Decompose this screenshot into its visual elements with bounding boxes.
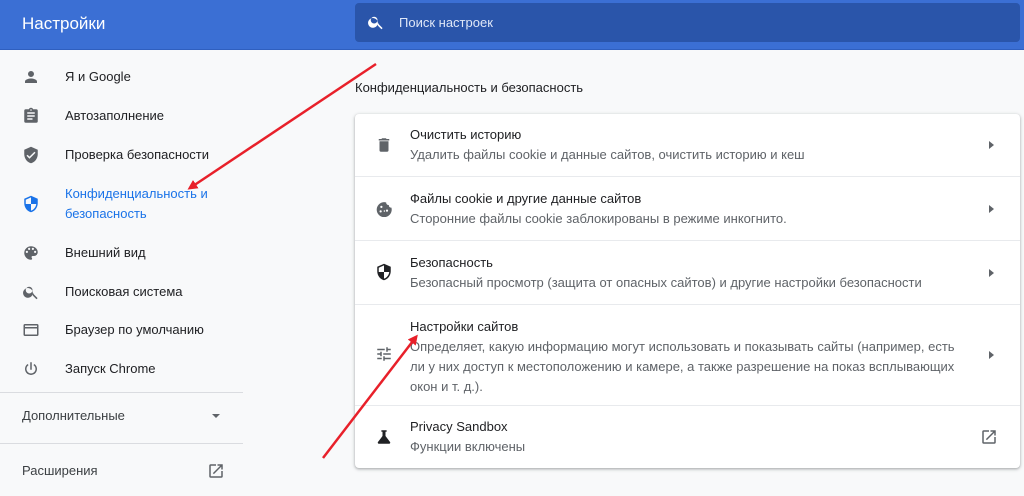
sidebar-item-label: Я и Google xyxy=(65,69,131,84)
sidebar-item-label: Внешний вид xyxy=(65,245,146,260)
top-bar: Настройки xyxy=(0,0,1024,50)
row-title: Очистить историю xyxy=(410,127,522,142)
row-subtitle: Сторонние файлы cookie заблокированы в р… xyxy=(410,211,787,226)
row-title: Privacy Sandbox xyxy=(410,419,508,434)
sidebar-divider xyxy=(0,392,243,393)
row-clear-history[interactable]: Очистить историю Удалить файлы cookie и … xyxy=(355,114,1020,176)
advanced-label: Дополнительные xyxy=(22,408,125,423)
cookie-icon xyxy=(376,202,392,217)
app-title: Настройки xyxy=(22,14,106,33)
shield-check-icon xyxy=(24,146,38,164)
row-title: Файлы cookie и другие данные сайтов xyxy=(410,191,642,206)
open-in-new-icon xyxy=(982,430,996,444)
sidebar-item-label-line1: Конфиденциальность и xyxy=(65,186,208,201)
sidebar-item-default-browser[interactable]: Браузер по умолчанию xyxy=(0,319,243,341)
sidebar-item-label: Автозаполнение xyxy=(65,108,165,123)
row-subtitle-line3: окон и т. д.). xyxy=(410,379,483,394)
tune-icon xyxy=(377,347,391,361)
security-shield-icon xyxy=(377,263,391,281)
row-security[interactable]: Безопасность Безопасный просмотр (защита… xyxy=(355,241,1020,304)
row-title: Безопасность xyxy=(410,255,493,270)
row-privacy-sandbox[interactable]: Privacy Sandbox Функции включены xyxy=(355,406,1020,468)
sidebar-item-label: Запуск Chrome xyxy=(65,361,156,376)
sidebar-item-extensions[interactable]: Расширения xyxy=(0,460,243,482)
palette-icon xyxy=(24,246,38,260)
row-subtitle: Безопасный просмотр (защита от опасных с… xyxy=(410,275,922,290)
sidebar-item-search-engine[interactable]: Поисковая система xyxy=(0,281,243,303)
shield-icon xyxy=(24,195,38,213)
sidebar-item-label: Проверка безопасности xyxy=(65,147,210,162)
row-cookies[interactable]: Файлы cookie и другие данные сайтов Стор… xyxy=(355,177,1020,240)
chevron-down-icon xyxy=(212,414,220,418)
sidebar-item-privacy[interactable]: Конфиденциальность и безопасность xyxy=(0,184,243,224)
sidebar-item-label: Поисковая система xyxy=(65,284,183,299)
sidebar-item-label: Браузер по умолчанию xyxy=(65,322,204,337)
search-icon xyxy=(368,16,383,30)
chevron-right-icon xyxy=(989,141,994,149)
sidebar-advanced-toggle[interactable]: Дополнительные xyxy=(0,405,243,427)
trash-icon xyxy=(378,138,390,152)
row-subtitle-line1: Определяет, какую информацию могут испол… xyxy=(410,339,955,354)
clipboard-icon xyxy=(24,107,38,123)
chevron-right-icon xyxy=(989,351,994,359)
person-icon xyxy=(25,71,37,83)
sidebar: Я и Google Автозаполнение Проверка безоп… xyxy=(0,50,243,496)
section-title: Конфиденциальность и безопасность xyxy=(355,80,584,95)
sidebar-item-autofill[interactable]: Автозаполнение xyxy=(0,105,243,127)
search-input[interactable] xyxy=(399,3,999,42)
row-subtitle-line2: ли у них доступ к местоположению и камер… xyxy=(410,359,955,374)
sidebar-item-on-startup[interactable]: Запуск Chrome xyxy=(0,358,243,380)
sidebar-item-appearance[interactable]: Внешний вид xyxy=(0,242,243,264)
extensions-label: Расширения xyxy=(22,463,98,478)
search-icon xyxy=(23,286,38,300)
row-site-settings[interactable]: Настройки сайтов Определяет, какую инфор… xyxy=(355,305,1020,405)
chevron-right-icon xyxy=(989,205,994,213)
browser-icon xyxy=(23,324,39,336)
sidebar-divider xyxy=(0,443,243,444)
row-subtitle: Функции включены xyxy=(410,439,526,454)
flask-icon xyxy=(377,430,391,444)
sidebar-item-label-line2: безопасность xyxy=(65,206,147,221)
search-box[interactable] xyxy=(355,3,1020,42)
privacy-settings-card: Очистить историю Удалить файлы cookie и … xyxy=(355,114,1020,468)
chevron-right-icon xyxy=(989,269,994,277)
sidebar-item-safety-check[interactable]: Проверка безопасности xyxy=(0,144,243,166)
power-icon xyxy=(25,362,37,375)
row-subtitle: Удалить файлы cookie и данные сайтов, оч… xyxy=(410,147,805,162)
row-title: Настройки сайтов xyxy=(410,319,519,334)
open-in-new-icon xyxy=(209,464,223,478)
sidebar-item-you-and-google[interactable]: Я и Google xyxy=(0,66,243,88)
